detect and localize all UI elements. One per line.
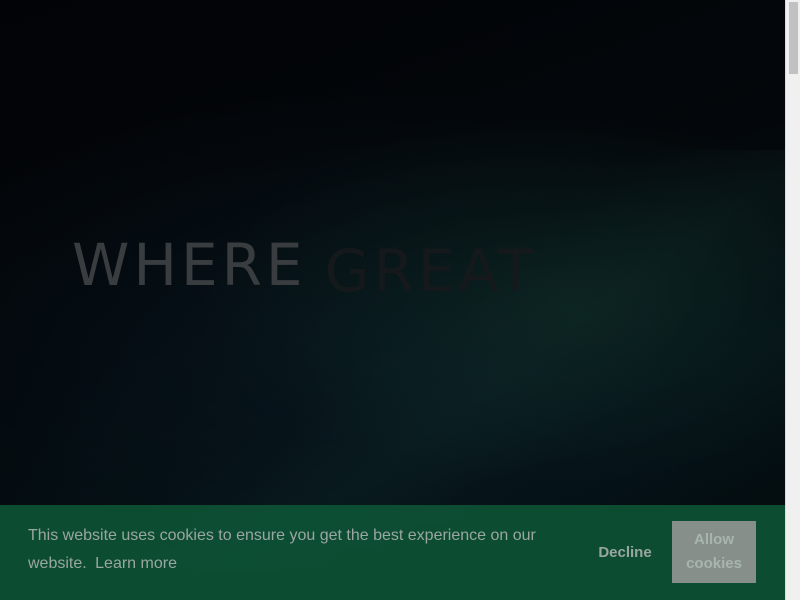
allow-cookies-label-line-2: cookies [686,555,742,572]
allow-cookies-label-line-1: Allow [694,531,734,548]
decline-cookies-button[interactable]: Decline [586,521,664,583]
allow-cookies-button[interactable]: Allow cookies [672,521,756,583]
hero-heading: WHERE GREAT [72,236,537,300]
cookie-message: This website uses cookies to ensure you … [28,522,568,578]
scrollbar-thumb[interactable] [789,2,798,74]
vertical-scrollbar[interactable] [785,0,800,600]
learn-more-link[interactable]: Learn more [95,555,177,572]
hero-heading-word-1: WHERE [72,231,307,299]
hero-heading-word-2: GREAT [324,237,538,305]
